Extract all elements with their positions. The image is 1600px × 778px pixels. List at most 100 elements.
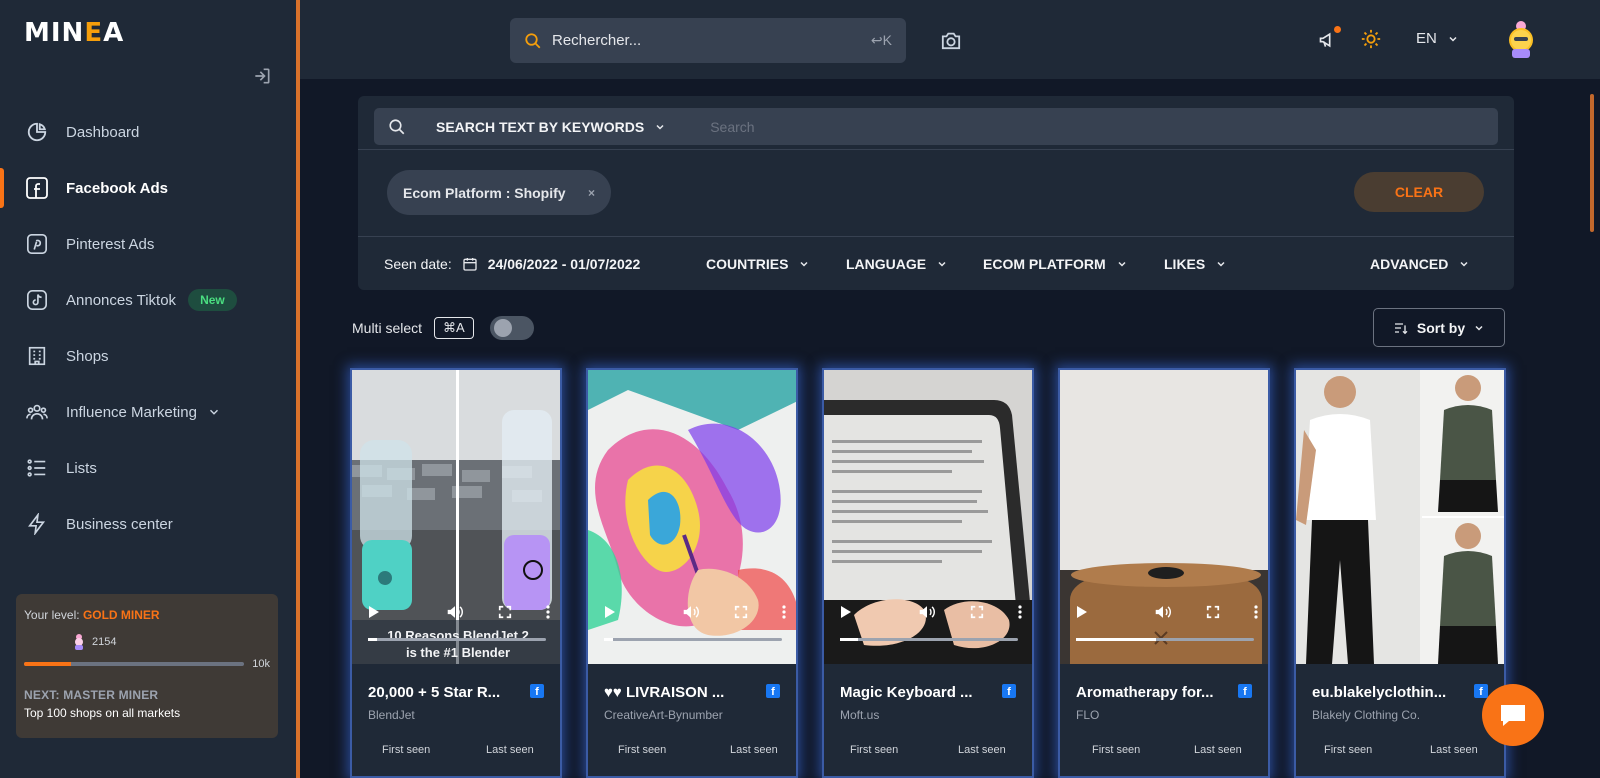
more-vertical-icon[interactable] xyxy=(1018,605,1022,619)
advertiser-name[interactable]: CreativeArt-Bynumber xyxy=(604,708,723,722)
chevron-down-icon xyxy=(207,405,221,419)
ad-media[interactable] xyxy=(1296,370,1504,664)
ad-title[interactable]: ♥♥ LIVRAISON ... xyxy=(604,684,764,701)
fullscreen-icon[interactable] xyxy=(498,605,512,619)
level-panel: Your level: GOLD MINER 2154 10k NEXT: MA… xyxy=(16,594,278,738)
video-controls xyxy=(1060,600,1268,664)
sidebar-item-label: Influence Marketing xyxy=(66,403,197,421)
advertiser-name[interactable]: BlendJet xyxy=(368,708,415,722)
filter-chip[interactable]: Ecom Platform : Shopify × xyxy=(387,170,611,215)
megaphone-icon[interactable] xyxy=(1318,30,1338,50)
video-progress[interactable] xyxy=(604,638,782,641)
notification-dot xyxy=(1334,26,1341,33)
sort-by-button[interactable]: Sort by xyxy=(1373,308,1505,347)
sidebar: MINEA Dashboard Facebook Ads Pinterest A… xyxy=(0,0,300,778)
countries-filter[interactable]: COUNTRIES xyxy=(706,238,810,290)
facebook-icon: f xyxy=(530,684,544,698)
clothing-image-thumbnail xyxy=(1296,370,1504,664)
points-value: 2154 xyxy=(92,636,117,648)
sidebar-item-pinterest-ads[interactable]: Pinterest Ads xyxy=(0,216,296,272)
global-search[interactable]: Rechercher... ↩K xyxy=(510,18,906,63)
ad-media[interactable]: 10 Reasons BlendJet 2 is the #1 Blender xyxy=(352,370,560,664)
advertiser-name[interactable]: Moft.us xyxy=(840,708,879,722)
scrollbar-thumb[interactable] xyxy=(1590,94,1594,232)
last-seen-label: Last seen xyxy=(1430,744,1478,756)
next-level-desc: Top 100 shops on all markets xyxy=(24,706,181,720)
search-mode-dropdown[interactable]: SEARCH TEXT BY KEYWORDS xyxy=(436,119,666,135)
last-seen-label: Last seen xyxy=(1194,744,1242,756)
clear-button[interactable]: CLEAR xyxy=(1354,172,1484,212)
collapse-sidebar-icon[interactable] xyxy=(252,66,272,86)
sun-icon[interactable] xyxy=(1360,28,1382,50)
ad-card[interactable]: Magic Keyboard ... f Moft.us First seen … xyxy=(822,368,1034,778)
sidebar-item-shops[interactable]: Shops xyxy=(0,328,296,384)
seen-date-filter[interactable]: Seen date: 24/06/2022 - 01/07/2022 xyxy=(384,238,640,290)
ad-title[interactable]: Magic Keyboard ... xyxy=(840,684,1000,701)
video-controls xyxy=(588,600,796,664)
video-progress-fill xyxy=(1076,638,1157,641)
facebook-icon xyxy=(25,176,49,200)
sidebar-item-influence-marketing[interactable]: Influence Marketing xyxy=(0,384,296,440)
sidebar-item-facebook-ads[interactable]: Facebook Ads xyxy=(0,160,296,216)
play-icon[interactable] xyxy=(840,605,852,619)
play-icon[interactable] xyxy=(368,605,380,619)
multi-select-shortcut: ⌘A xyxy=(434,317,474,339)
search-shortcut: ↩K xyxy=(870,32,892,48)
language-selector[interactable]: EN xyxy=(1416,30,1459,47)
fullscreen-icon[interactable] xyxy=(1206,605,1220,619)
first-seen-label: First seen xyxy=(850,744,899,756)
global-search-input[interactable]: Rechercher... xyxy=(552,32,871,49)
volume-icon[interactable] xyxy=(682,604,700,620)
ad-media[interactable] xyxy=(588,370,796,664)
play-icon[interactable] xyxy=(1076,605,1088,619)
volume-icon[interactable] xyxy=(446,604,464,620)
sidebar-item-lists[interactable]: Lists xyxy=(0,440,296,496)
ad-card[interactable]: Aromatherapy for... f FLO First seen Las… xyxy=(1058,368,1270,778)
play-icon[interactable] xyxy=(604,605,616,619)
ad-card[interactable]: ♥♥ LIVRAISON ... f CreativeArt-Bynumber … xyxy=(586,368,798,778)
video-progress[interactable] xyxy=(368,638,546,641)
more-vertical-icon[interactable] xyxy=(546,605,550,619)
sidebar-item-annonces-tiktok[interactable]: Annonces Tiktok New xyxy=(0,272,296,328)
ad-media[interactable] xyxy=(1060,370,1268,664)
sidebar-item-dashboard[interactable]: Dashboard xyxy=(0,104,296,160)
topbar: Rechercher... ↩K EN xyxy=(300,0,1600,80)
camera-icon[interactable] xyxy=(940,30,962,50)
advertiser-name[interactable]: Blakely Clothing Co. xyxy=(1312,708,1420,722)
ad-title[interactable]: eu.blakelyclothin... xyxy=(1312,684,1472,701)
minea-logo[interactable]: MINEA xyxy=(24,18,124,48)
multi-select-toggle[interactable] xyxy=(489,316,534,340)
ecom-platform-filter[interactable]: ECOM PLATFORM xyxy=(983,238,1128,290)
first-seen-label: First seen xyxy=(618,744,667,756)
sidebar-item-business-center[interactable]: Business center xyxy=(0,496,296,552)
ad-title[interactable]: 20,000 + 5 Star R... xyxy=(368,684,528,701)
likes-filter[interactable]: LIKES xyxy=(1164,238,1227,290)
more-vertical-icon[interactable] xyxy=(782,605,786,619)
filter-panel: SEARCH TEXT BY KEYWORDS Search Ecom Plat… xyxy=(358,96,1514,290)
first-seen-label: First seen xyxy=(382,744,431,756)
miner-avatar-icon xyxy=(75,634,83,650)
chevron-down-icon xyxy=(656,124,664,130)
video-progress[interactable] xyxy=(1076,638,1254,641)
volume-icon[interactable] xyxy=(1154,604,1172,620)
language-filter[interactable]: LANGUAGE xyxy=(846,238,948,290)
filter-chip-label: Ecom Platform : Shopify xyxy=(403,184,566,201)
ad-card[interactable]: eu.blakelyclothin... f Blakely Clothing … xyxy=(1294,368,1506,778)
user-avatar[interactable] xyxy=(1506,20,1536,58)
more-vertical-icon[interactable] xyxy=(1254,605,1258,619)
ad-media[interactable] xyxy=(824,370,1032,664)
chat-button[interactable] xyxy=(1482,684,1544,746)
advanced-filter[interactable]: ADVANCED xyxy=(1370,238,1470,290)
sidebar-nav: Dashboard Facebook Ads Pinterest Ads Ann… xyxy=(0,104,296,552)
volume-icon[interactable] xyxy=(918,604,936,620)
advertiser-name[interactable]: FLO xyxy=(1076,708,1099,722)
fullscreen-icon[interactable] xyxy=(970,605,984,619)
filter-row: Seen date: 24/06/2022 - 01/07/2022 COUNT… xyxy=(358,238,1514,290)
ad-title[interactable]: Aromatherapy for... xyxy=(1076,684,1236,701)
ad-card[interactable]: 10 Reasons BlendJet 2 is the #1 Blender xyxy=(350,368,562,778)
level-progress-fill xyxy=(24,662,72,666)
keyword-search-input[interactable]: Search xyxy=(710,119,754,135)
fullscreen-icon[interactable] xyxy=(734,605,748,619)
video-progress[interactable] xyxy=(840,638,1018,641)
close-icon[interactable]: × xyxy=(588,186,595,200)
